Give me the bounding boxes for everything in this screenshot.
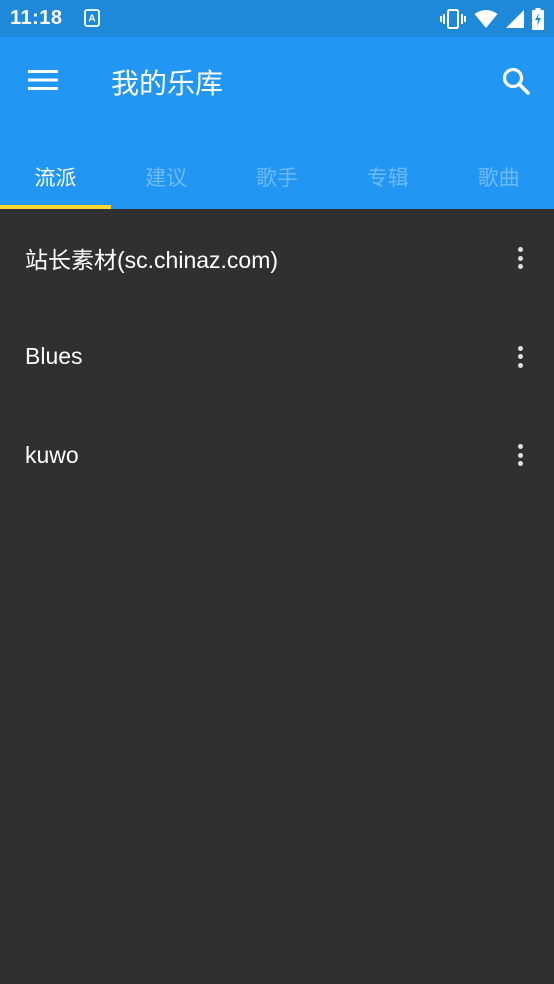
- list-item[interactable]: kuwo: [0, 406, 554, 505]
- more-vertical-icon[interactable]: [506, 238, 534, 278]
- list-item-label: Blues: [25, 343, 83, 370]
- status-time: 11:18: [10, 7, 63, 29]
- tab-artists[interactable]: 歌手: [222, 145, 333, 209]
- status-bar: 11:18 A: [0, 0, 554, 37]
- tab-genres[interactable]: 流派: [0, 145, 111, 209]
- list-item-label: 站长素材(sc.chinaz.com): [25, 247, 279, 274]
- list-item-label: kuwo: [25, 441, 79, 468]
- wifi-icon: [474, 10, 498, 28]
- search-icon[interactable]: [496, 61, 536, 101]
- battery-charging-icon: [532, 8, 544, 30]
- signal-icon: [506, 10, 524, 28]
- tab-songs[interactable]: 歌曲: [443, 145, 554, 209]
- more-vertical-icon[interactable]: [506, 337, 534, 377]
- status-icons: [440, 7, 544, 31]
- list-item[interactable]: Blues: [0, 308, 554, 407]
- tab-albums[interactable]: 专辑: [332, 145, 443, 209]
- tab-label: 歌曲: [477, 166, 520, 190]
- app-bar: 我的乐库 流派 建议 歌手 专辑 歌曲: [0, 37, 554, 209]
- accessibility-app-icon: A: [84, 9, 100, 27]
- tab-bar: 流派 建议 歌手 专辑 歌曲: [0, 145, 554, 209]
- hamburger-menu-icon[interactable]: [23, 64, 63, 96]
- list-item[interactable]: 站长素材(sc.chinaz.com): [0, 209, 554, 308]
- more-vertical-icon[interactable]: [506, 435, 534, 475]
- tab-label: 建议: [145, 166, 188, 190]
- genre-list: 站长素材(sc.chinaz.com) Blues kuwo: [0, 209, 554, 505]
- vibrate-icon: [440, 9, 466, 29]
- tab-label: 歌手: [255, 166, 298, 190]
- tab-label: 专辑: [366, 166, 409, 190]
- svg-text:A: A: [88, 14, 95, 25]
- tab-suggestions[interactable]: 建议: [111, 145, 222, 209]
- page-title: 我的乐库: [111, 67, 224, 100]
- tab-label: 流派: [34, 166, 77, 190]
